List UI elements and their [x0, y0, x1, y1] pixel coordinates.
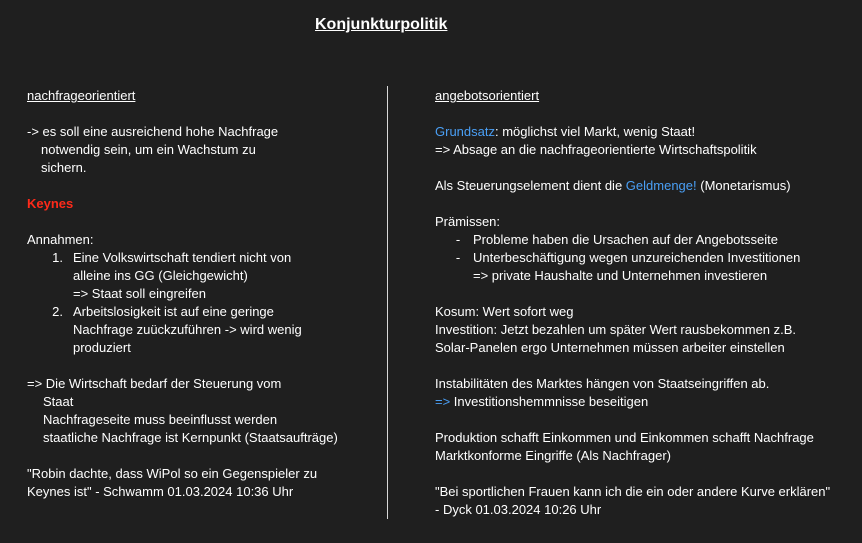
list-line: => private Haushalte und Unternehmen inv…: [473, 268, 768, 283]
produktion-line: Marktkonforme Eingriffe (Als Nachfrager): [435, 448, 672, 463]
list-line: Arbeitslosigkeit ist auf eine geringe: [73, 304, 274, 319]
intro-line: -> es soll eine ausreichend hohe Nachfra…: [27, 124, 279, 139]
grundsatz-line: Grundsatz: möglichst viel Markt, wenig S…: [435, 123, 855, 141]
quote-line: "Robin dachte, dass WiPol so ein Gegensp…: [27, 466, 318, 481]
steuerung-line: Als Steuerungselement dient die Geldmeng…: [435, 177, 855, 195]
annahmen-label: Annahmen:: [27, 232, 94, 247]
left-column: nachfrageorientiert -> es soll eine ausr…: [27, 87, 372, 501]
list-line: Eine Volkswirtschaft tendiert nicht von: [73, 250, 292, 265]
instabilitaet-line: Instabilitäten des Marktes hängen von St…: [435, 376, 770, 391]
list-line: produziert: [73, 340, 131, 355]
quote-line: Keynes ist" - Schwamm 01.03.2024 10:36 U…: [27, 484, 294, 499]
produktion-line: Produktion schafft Einkommen und Einkomm…: [435, 430, 814, 445]
list-line: Nachfrage zuückzuführen -> wird wenig: [73, 322, 302, 337]
right-column: angebotsorientiert Grundsatz: möglichst …: [435, 87, 855, 519]
list-item: - Probleme haben die Ursachen auf der An…: [435, 231, 855, 249]
right-heading: angebotsorientiert: [435, 88, 540, 103]
praemissen-label: Prämissen:: [435, 214, 501, 229]
page-title: Konjunkturpolitik: [315, 16, 448, 33]
hemmnisse-text: Investitionshemmnisse beseitigen: [450, 394, 649, 409]
column-divider: [387, 86, 388, 519]
geldmenge-key: Geldmenge!: [625, 178, 697, 193]
grundsatz-key: Grundsatz: [435, 124, 495, 139]
list-dash: -: [455, 250, 461, 265]
list-number: 2.: [52, 304, 63, 319]
steuerung-suffix: (Monetarismus): [696, 178, 791, 193]
intro-line: sichern.: [41, 160, 87, 175]
list-number: 1.: [52, 250, 63, 265]
steuerung-text: Als Steuerungselement dient die: [435, 178, 626, 193]
list-item: 2. Arbeitslosigkeit ist auf eine geringe…: [27, 303, 372, 357]
list-dash: -: [455, 232, 461, 247]
list-line: Probleme haben die Ursachen auf der Ange…: [473, 232, 778, 247]
intro-line: notwendig sein, um ein Wachstum zu: [41, 142, 256, 157]
conclusion-line: Staat: [43, 394, 74, 409]
keynes-label: Keynes: [27, 196, 74, 211]
arrow-marker: =>: [435, 394, 451, 409]
list-line: Unterbeschäftigung wegen unzureichenden …: [473, 250, 801, 265]
konsum-line: Solar-Panelen ergo Unternehmen müssen ar…: [435, 340, 785, 355]
list-line: alleine ins GG (Gleichgewicht): [73, 268, 248, 283]
list-line: => Staat soll eingreifen: [73, 286, 206, 301]
conclusion-line: Nachfrageseite muss beeinflusst werden: [43, 412, 278, 427]
konsum-line: Investition: Jetzt bezahlen um später We…: [435, 322, 797, 337]
quote-line: - Dyck 01.03.2024 10:26 Uhr: [435, 502, 602, 517]
grundsatz-text: : möglichst viel Markt, wenig Staat!: [494, 124, 696, 139]
absage-line: => Absage an die nachfrageorientierte Wi…: [435, 142, 757, 157]
konsum-line: Kosum: Wert sofort weg: [435, 304, 574, 319]
list-item: - Unterbeschäftigung wegen unzureichende…: [435, 249, 855, 285]
conclusion-line: staatliche Nachfrage ist Kernpunkt (Staa…: [43, 430, 338, 445]
quote-line: "Bei sportlichen Frauen kann ich die ein…: [435, 484, 831, 499]
list-item: 1. Eine Volkswirtschaft tendiert nicht v…: [27, 249, 372, 303]
hemmnisse-line: => Investitionshemmnisse beseitigen: [435, 393, 855, 411]
conclusion-line: => Die Wirtschaft bedarf der Steuerung v…: [27, 376, 282, 391]
left-heading: nachfrageorientiert: [27, 88, 136, 103]
